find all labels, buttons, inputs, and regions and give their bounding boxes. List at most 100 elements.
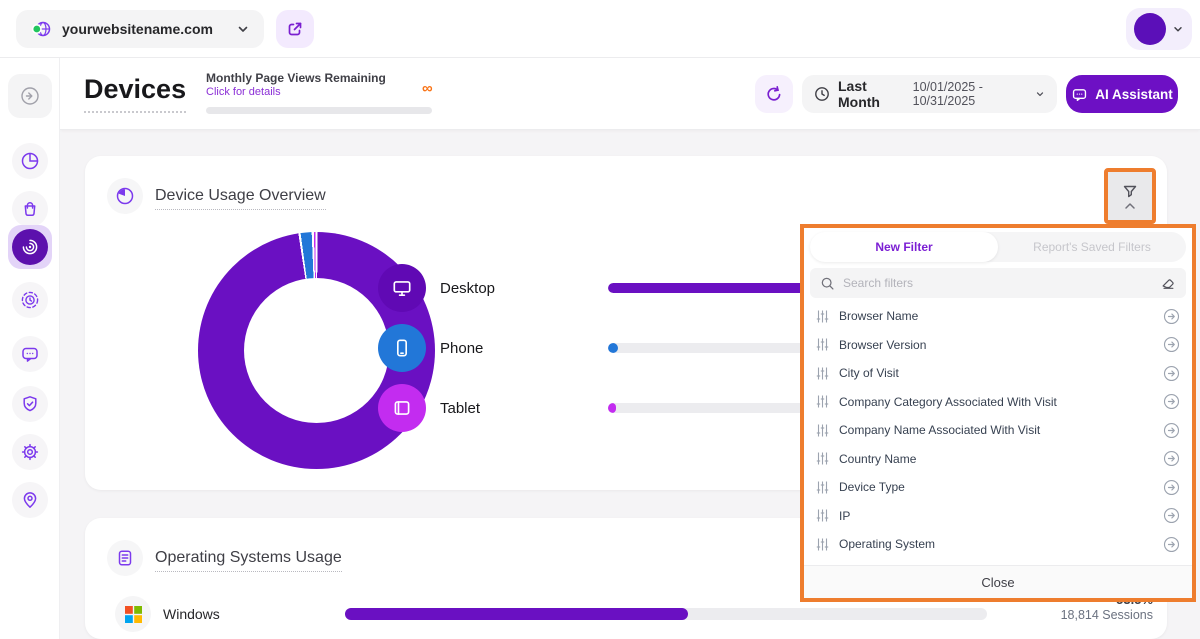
page-title: Devices [84, 74, 186, 113]
windows-logo-icon [115, 596, 151, 632]
chat-bubble-icon [20, 344, 40, 364]
arrow-right-circle-icon[interactable] [1163, 308, 1180, 325]
sliders-icon[interactable] [816, 538, 829, 551]
filter-row-browser-name[interactable]: Browser Name [810, 302, 1186, 331]
quota-details-link[interactable]: Click for details [206, 86, 436, 98]
topbar: yourwebsitename.com [0, 0, 1200, 58]
sidebar-item-dashboard[interactable] [12, 143, 48, 179]
filter-search [810, 268, 1186, 298]
pie-chart-icon [107, 178, 143, 214]
phone-bar-fill [608, 343, 618, 353]
filter-row-ip[interactable]: IP [810, 502, 1186, 531]
sliders-icon[interactable] [816, 367, 829, 380]
sliders-icon[interactable] [816, 509, 829, 522]
filter-button[interactable] [1104, 168, 1156, 224]
filter-row-country-name[interactable]: Country Name [810, 445, 1186, 474]
arrow-right-circle-icon[interactable] [1163, 365, 1180, 382]
open-website-button[interactable] [276, 10, 314, 48]
filter-panel: New Filter Report's Saved Filters Brow [800, 224, 1196, 602]
date-preset: Last Month [838, 78, 901, 110]
quota-progress-bar [206, 107, 432, 114]
sliders-icon[interactable] [816, 481, 829, 494]
tab-new-filter[interactable]: New Filter [810, 232, 998, 262]
sliders-icon[interactable] [816, 338, 829, 351]
sidebar-item-store[interactable] [12, 191, 48, 227]
website-selector[interactable]: yourwebsitename.com [16, 10, 264, 48]
sidebar-item-settings[interactable] [12, 434, 48, 470]
os-card-title: Operating Systems Usage [155, 549, 342, 572]
legend-item-tablet: Tablet [378, 384, 480, 432]
sidebar-item-devices[interactable] [8, 225, 52, 269]
sliders-icon[interactable] [816, 424, 829, 437]
sidebar-item-sessions[interactable] [12, 282, 48, 318]
arrow-right-circle-icon[interactable] [1163, 393, 1180, 410]
legend-label-tablet: Tablet [440, 400, 480, 417]
filter-tabs: New Filter Report's Saved Filters [810, 232, 1186, 262]
date-range-selector[interactable]: Last Month 10/01/2025 - 10/31/2025 [802, 75, 1057, 113]
sidebar-item-security[interactable] [12, 386, 48, 422]
sliders-icon[interactable] [816, 395, 829, 408]
infinity-icon: ∞ [422, 80, 433, 97]
arrow-right-circle-icon[interactable] [1163, 536, 1180, 553]
radar-icon [12, 229, 48, 265]
sidebar [0, 58, 60, 639]
date-range: 10/01/2025 - 10/31/2025 [913, 80, 1027, 108]
sliders-icon[interactable] [816, 310, 829, 323]
location-pin-icon [20, 490, 40, 510]
user-menu[interactable] [1126, 8, 1192, 50]
os-row-label: Windows [163, 606, 220, 622]
os-bar-fill [345, 608, 688, 620]
funnel-icon [1121, 183, 1139, 201]
sidebar-collapse-button[interactable] [8, 74, 52, 118]
close-button[interactable]: Close [804, 565, 1192, 598]
legend-label-phone: Phone [440, 340, 483, 357]
chevron-down-icon [1172, 23, 1184, 35]
filter-list: Browser Name Browser Version City of Vis… [810, 302, 1186, 559]
shopping-bag-icon [20, 199, 40, 219]
settings-gear-icon [20, 442, 40, 462]
pie-chart-icon [20, 151, 40, 171]
avatar [1134, 13, 1166, 45]
shield-check-icon [20, 394, 40, 414]
arrow-right-circle-icon[interactable] [1163, 507, 1180, 524]
collapse-arrow-icon [20, 86, 40, 106]
legend-label-desktop: Desktop [440, 280, 495, 297]
refresh-button[interactable] [755, 75, 793, 113]
ai-chat-icon [1071, 86, 1088, 103]
sidebar-item-chat[interactable] [12, 336, 48, 372]
os-bar-track [345, 608, 987, 620]
quota-widget: Monthly Page Views Remaining Click for d… [206, 71, 436, 98]
document-list-icon [107, 540, 143, 576]
filter-row-city-of-visit[interactable]: City of Visit [810, 359, 1186, 388]
sidebar-item-locations[interactable] [12, 482, 48, 518]
tab-saved-filters[interactable]: Report's Saved Filters [998, 232, 1186, 262]
sliders-icon[interactable] [816, 452, 829, 465]
filter-row-company-name[interactable]: Company Name Associated With Visit [810, 416, 1186, 445]
external-link-icon [286, 20, 304, 38]
ai-assistant-label: AI Assistant [1095, 87, 1173, 102]
arrow-right-circle-icon[interactable] [1163, 422, 1180, 439]
arrow-right-circle-icon[interactable] [1163, 450, 1180, 467]
search-icon [820, 276, 835, 291]
tablet-icon [378, 384, 426, 432]
session-target-icon [20, 290, 40, 310]
filter-row-device-type[interactable]: Device Type [810, 473, 1186, 502]
ai-assistant-button[interactable]: AI Assistant [1066, 75, 1178, 113]
arrow-right-circle-icon[interactable] [1163, 336, 1180, 353]
chevron-up-icon [1124, 202, 1136, 210]
phone-icon [378, 324, 426, 372]
arrow-right-circle-icon[interactable] [1163, 479, 1180, 496]
page-header: Devices Monthly Page Views Remaining Cli… [60, 58, 1200, 130]
os-sessions: 18,814 Sessions [1061, 608, 1153, 622]
desktop-icon [378, 264, 426, 312]
globe-icon [30, 18, 52, 40]
quota-label: Monthly Page Views Remaining [206, 71, 436, 85]
eraser-icon[interactable] [1160, 275, 1176, 291]
legend-item-desktop: Desktop [378, 264, 495, 312]
filter-row-browser-version[interactable]: Browser Version [810, 331, 1186, 360]
filter-row-company-category[interactable]: Company Category Associated With Visit [810, 388, 1186, 417]
clock-icon [814, 86, 830, 102]
analytics-dashboard: yourwebsitename.com [0, 0, 1200, 639]
search-input[interactable] [843, 276, 1152, 290]
filter-row-operating-system[interactable]: Operating System [810, 530, 1186, 559]
